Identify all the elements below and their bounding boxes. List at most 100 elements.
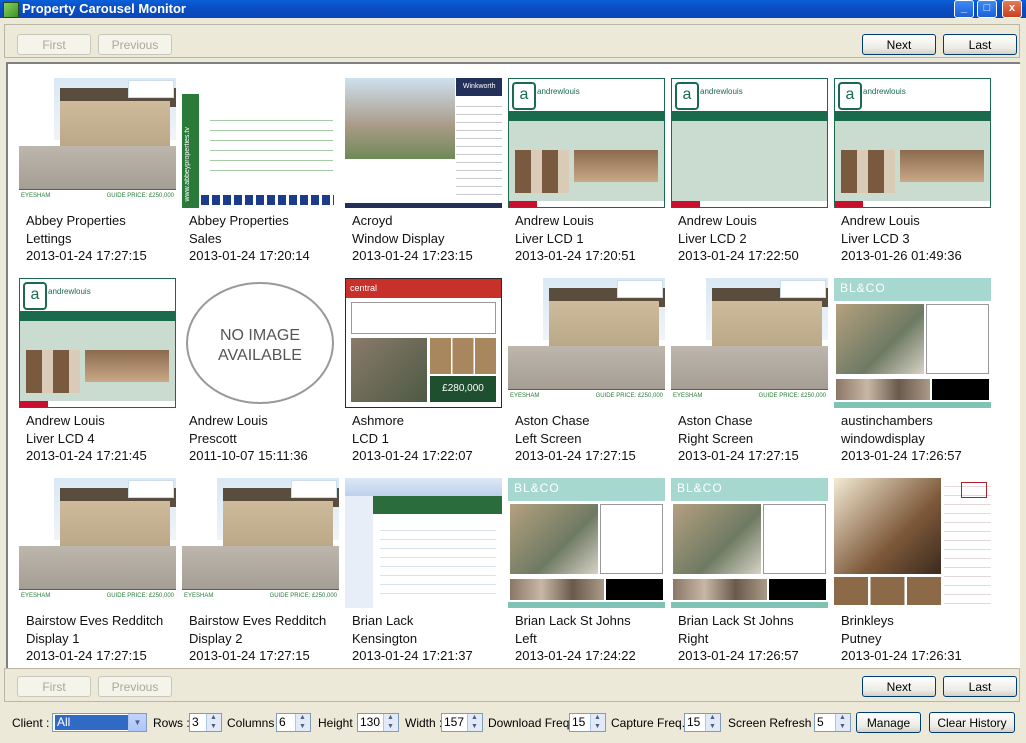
property-tile[interactable]: BL&CO Brian Lack St Johns Left 2013-01-24 1…: [508, 464, 671, 664]
property-caption: Andrew Louis Liver LCD 3 2013-01-26 01:49:…: [841, 212, 962, 265]
property-caption: Andrew Louis Liver LCD 4 2013-01-24 17:21:…: [26, 412, 147, 465]
spin-arrows-icon[interactable]: ▲ ▼: [383, 714, 398, 731]
client-name: Abbey Properties: [26, 213, 126, 228]
client-name: Andrew Louis: [678, 213, 757, 228]
property-caption: Brinkleys Putney 2013-01-24 17:26:31: [841, 612, 962, 665]
client-label: Client :: [12, 716, 50, 730]
next-page-button-bottom[interactable]: Next: [862, 676, 936, 697]
rows-stepper[interactable]: 3 ▲ ▼: [189, 713, 222, 732]
spin-arrows-icon[interactable]: ▲ ▼: [590, 714, 605, 731]
display-name: LCD 1: [352, 430, 389, 446]
client-select[interactable]: All ▼: [52, 713, 147, 732]
settings-bar: Client : All ▼ Rows : 3 ▲ ▼ Columns : 6 ▲…: [0, 708, 1026, 741]
property-tile[interactable]: EYESHAM GUIDE PRICE: £250,000 Bairstow Eve…: [182, 464, 345, 664]
property-caption: austinchambers windowdisplay 2013-01-24 17…: [841, 412, 962, 465]
client-name: Brinkleys: [841, 613, 894, 628]
property-tile[interactable]: BL&CO austinchambers windowdisplay 2013-01-…: [834, 264, 997, 464]
screen-refresh-stepper[interactable]: 5 ▲ ▼: [814, 713, 851, 732]
client-name: Abbey Properties: [189, 213, 289, 228]
property-thumbnail[interactable]: a andrewlouis: [508, 78, 665, 208]
property-tile[interactable]: BL&CO Brian Lack St Johns Right 2013-01-24 …: [671, 464, 834, 664]
first-page-button[interactable]: First: [17, 34, 91, 55]
capture-freq-stepper[interactable]: 15 ▲ ▼: [684, 713, 721, 732]
property-tile[interactable]: a andrewlouis Andrew Louis Liver LCD 1 2013-…: [508, 64, 671, 264]
spin-arrows-icon[interactable]: ▲ ▼: [705, 714, 720, 731]
property-thumbnail[interactable]: www.abbeyproperties.tv: [182, 78, 339, 208]
property-tile[interactable]: Winkworth Acroyd Window Display 2013-01-24 …: [345, 64, 508, 264]
last-page-button-bottom[interactable]: Last: [943, 676, 1017, 697]
property-thumbnail[interactable]: BL&CO: [508, 478, 665, 608]
columns-value: 6: [279, 715, 286, 729]
display-name: Liver LCD 2: [678, 230, 747, 246]
property-thumbnail[interactable]: a andrewlouis: [834, 78, 991, 208]
property-tile[interactable]: EYESHAM GUIDE PRICE: £250,000 Aston Chase R…: [671, 264, 834, 464]
display-name: Lettings: [26, 230, 72, 246]
display-name: Right Screen: [678, 430, 754, 446]
spin-arrows-icon[interactable]: ▲ ▼: [206, 714, 221, 731]
next-page-button[interactable]: Next: [862, 34, 936, 55]
property-thumbnail[interactable]: [834, 478, 991, 608]
capture-timestamp: 2013-01-24 17:23:15: [352, 248, 473, 263]
property-tile[interactable]: NO IMAGE AVAILABLE Andrew Louis Prescott 20…: [182, 264, 345, 464]
property-thumbnail[interactable]: BL&CO: [671, 478, 828, 608]
property-thumbnail[interactable]: central £280,000: [345, 278, 502, 408]
bottom-navigation-bar: First Previous Next Last: [4, 668, 1020, 702]
property-tile[interactable]: www.abbeyproperties.tv Abbey Properties Sa…: [182, 64, 345, 264]
property-thumbnail[interactable]: BL&CO: [834, 278, 991, 408]
download-freq-stepper[interactable]: 15 ▲ ▼: [569, 713, 606, 732]
client-select-value: All: [55, 715, 129, 730]
property-thumbnail[interactable]: EYESHAM GUIDE PRICE: £250,000: [671, 278, 828, 408]
capture-timestamp: 2013-01-24 17:24:22: [515, 648, 636, 663]
property-thumbnail[interactable]: EYESHAM GUIDE PRICE: £250,000: [182, 478, 339, 608]
width-stepper[interactable]: 157 ▲ ▼: [441, 713, 483, 732]
property-thumbnail[interactable]: EYESHAM GUIDE PRICE: £250,000: [508, 278, 665, 408]
screen-refresh-label: Screen Refresh :: [728, 716, 819, 730]
clear-history-button[interactable]: Clear History: [929, 712, 1015, 733]
property-caption: Aston Chase Right Screen 2013-01-24 17:27:…: [678, 412, 799, 465]
client-name: Brian Lack St Johns: [678, 613, 794, 628]
columns-label: Columns :: [227, 716, 282, 730]
minimize-button[interactable]: _: [954, 0, 974, 18]
maximize-button[interactable]: □: [977, 0, 997, 18]
chevron-down-icon[interactable]: ▼: [128, 714, 146, 731]
manage-button[interactable]: Manage: [856, 712, 921, 733]
columns-stepper[interactable]: 6 ▲ ▼: [276, 713, 311, 732]
rows-label: Rows :: [153, 716, 190, 730]
property-thumbnail[interactable]: [345, 478, 502, 608]
property-tile[interactable]: Brinkleys Putney 2013-01-24 17:26:31: [834, 464, 997, 664]
property-tile[interactable]: Brian Lack Kensington 2013-01-24 17:21:37: [345, 464, 508, 664]
property-tile[interactable]: a andrewlouis Andrew Louis Liver LCD 4 2013-…: [19, 264, 182, 464]
height-stepper[interactable]: 130 ▲ ▼: [357, 713, 399, 732]
spin-arrows-icon[interactable]: ▲ ▼: [467, 714, 482, 731]
display-name: Left Screen: [515, 430, 582, 446]
height-label: Height :: [318, 716, 360, 730]
capture-timestamp: 2013-01-24 17:26:31: [841, 648, 962, 663]
property-thumbnail[interactable]: NO IMAGE AVAILABLE: [182, 278, 339, 408]
client-name: Andrew Louis: [189, 413, 268, 428]
spin-arrows-icon[interactable]: ▲ ▼: [835, 714, 850, 731]
property-thumbnail[interactable]: a andrewlouis: [19, 278, 176, 408]
download-freq-value: 15: [572, 715, 586, 729]
client-name: Bairstow Eves Redditch: [189, 613, 327, 628]
capture-timestamp: 2011-10-07 15:11:36: [189, 448, 308, 463]
client-name: Bairstow Eves Redditch: [26, 613, 164, 628]
property-tile[interactable]: EYESHAM GUIDE PRICE: £250,000 Abbey Proper…: [19, 64, 182, 264]
display-name: Kensington: [352, 630, 418, 646]
property-thumbnail[interactable]: EYESHAM GUIDE PRICE: £250,000: [19, 478, 176, 608]
property-tile[interactable]: a andrewlouis Andrew Louis Liver LCD 2 2013-…: [671, 64, 834, 264]
display-name: Right: [678, 630, 709, 646]
capture-timestamp: 2013-01-24 17:20:51: [515, 248, 636, 263]
previous-page-button-bottom[interactable]: Previous: [98, 676, 172, 697]
property-tile[interactable]: central £280,000 Ashmore LCD 1 2013-01-24 17…: [345, 264, 508, 464]
first-page-button-bottom[interactable]: First: [17, 676, 91, 697]
property-thumbnail[interactable]: Winkworth: [345, 78, 502, 208]
property-tile[interactable]: EYESHAM GUIDE PRICE: £250,000 Bairstow Eve…: [19, 464, 182, 664]
property-thumbnail[interactable]: a andrewlouis: [671, 78, 828, 208]
close-button[interactable]: x: [1002, 0, 1022, 18]
spin-arrows-icon[interactable]: ▲ ▼: [295, 714, 310, 731]
property-tile[interactable]: a andrewlouis Andrew Louis Liver LCD 3 2013-…: [834, 64, 997, 264]
property-tile[interactable]: EYESHAM GUIDE PRICE: £250,000 Aston Chase L…: [508, 264, 671, 464]
previous-page-button[interactable]: Previous: [98, 34, 172, 55]
last-page-button[interactable]: Last: [943, 34, 1017, 55]
property-thumbnail[interactable]: EYESHAM GUIDE PRICE: £250,000: [19, 78, 176, 208]
